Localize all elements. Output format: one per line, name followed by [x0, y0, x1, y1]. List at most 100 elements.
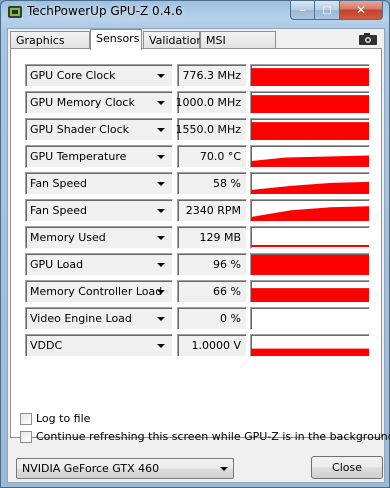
sensor-row: Video Engine Load 0 %	[25, 307, 370, 330]
sensor-value-box: 96 %	[177, 253, 247, 276]
tab-msi-giveaway[interactable]: MSI Giveaway	[200, 31, 276, 60]
dropdown-arrow-icon	[157, 209, 165, 213]
sensor-value-box: 776.3 MHz	[177, 64, 247, 87]
sensor-graph	[250, 280, 370, 303]
sensor-graph-fill	[251, 254, 369, 275]
sensor-value: 1000.0 MHz	[175, 96, 241, 109]
sensor-graph	[250, 91, 370, 114]
sensor-value: 2340 RPM	[185, 204, 241, 217]
sensor-label: GPU Core Clock	[30, 69, 116, 82]
sensor-graph	[250, 145, 370, 168]
sensor-label-dropdown[interactable]: Memory Controller Load	[25, 280, 173, 303]
sensor-graph-fill	[251, 348, 369, 356]
dropdown-arrow-icon	[157, 182, 165, 186]
sensor-value-box: 129 MB	[177, 226, 247, 249]
continue-refresh-checkbox[interactable]	[20, 431, 32, 443]
sensor-value-box: 66 %	[177, 280, 247, 303]
close-button[interactable]: Close	[311, 456, 383, 479]
sensor-value: 0 %	[220, 312, 241, 325]
sensor-label: Memory Used	[30, 231, 106, 244]
dropdown-arrow-icon	[157, 344, 165, 348]
client-area: Graphics Card Sensors Validation MSI Giv…	[7, 28, 390, 483]
sensor-label: Memory Controller Load	[30, 285, 163, 298]
sensor-value: 1550.0 MHz	[175, 123, 241, 136]
maximize-button[interactable]: □	[315, 1, 340, 20]
sensor-label: GPU Temperature	[30, 150, 127, 163]
sensor-graph-fill	[251, 288, 369, 302]
sensor-label: GPU Load	[30, 258, 84, 271]
sensor-label: Fan Speed	[30, 177, 88, 190]
sensor-value: 96 %	[213, 258, 241, 271]
sensor-graph	[250, 226, 370, 249]
sensor-label: Fan Speed	[30, 204, 88, 217]
sensor-graph	[250, 307, 370, 330]
sensor-label-dropdown[interactable]: Fan Speed	[25, 199, 173, 222]
dropdown-arrow-icon	[157, 236, 165, 240]
sensor-row: GPU Memory Clock 1000.0 MHz	[25, 91, 370, 114]
sensor-label: VDDC	[30, 339, 63, 352]
sensor-label-dropdown[interactable]: GPU Core Clock	[25, 64, 173, 87]
minimize-button[interactable]: ‒	[290, 1, 315, 20]
sensor-graph-fill	[251, 95, 369, 113]
tab-graphics-card[interactable]: Graphics Card	[10, 31, 90, 60]
sensor-graph	[250, 118, 370, 141]
sensor-label-dropdown[interactable]: GPU Memory Clock	[25, 91, 173, 114]
sensor-row: Fan Speed 58 %	[25, 172, 370, 195]
sensor-value: 66 %	[213, 285, 241, 298]
tab-validation[interactable]: Validation	[143, 31, 203, 49]
gpu-selector-dropdown[interactable]: NVIDIA GeForce GTX 460	[16, 458, 234, 479]
sensor-row: Memory Controller Load 66 %	[25, 280, 370, 303]
sensor-row: GPU Load 96 %	[25, 253, 370, 276]
gpu-z-window: TechPowerUp GPU-Z 0.4.6 ‒ □ ✕ Graphics C…	[0, 0, 390, 488]
sensor-label-dropdown[interactable]: GPU Load	[25, 253, 173, 276]
sensor-row: GPU Shader Clock 1550.0 MHz	[25, 118, 370, 141]
window-close-button[interactable]: ✕	[340, 1, 383, 20]
dropdown-arrow-icon	[157, 101, 165, 105]
sensor-value-box: 2340 RPM	[177, 199, 247, 222]
sensor-label-dropdown[interactable]: GPU Shader Clock	[25, 118, 173, 141]
title-bar[interactable]: TechPowerUp GPU-Z 0.4.6 ‒ □ ✕	[1, 1, 389, 23]
sensor-value: 1.0000 V	[191, 339, 241, 352]
sensor-value: 776.3 MHz	[182, 69, 241, 82]
sensors-panel: GPU Core Clock 776.3 MHz GPU Memory Clock 1…	[10, 48, 382, 438]
sensor-graph-fill	[251, 68, 369, 86]
sensor-value-box: 58 %	[177, 172, 247, 195]
log-to-file-label[interactable]: Log to file	[36, 412, 90, 425]
tab-sensors[interactable]: Sensors	[90, 29, 142, 50]
sensor-label: GPU Shader Clock	[30, 123, 130, 136]
sensor-label-dropdown[interactable]: GPU Temperature	[25, 145, 173, 168]
sensor-graph-fill	[251, 206, 369, 221]
dropdown-arrow-icon	[157, 263, 165, 267]
close-icon: ✕	[355, 3, 367, 17]
sensor-row: Fan Speed 2340 RPM	[25, 199, 370, 222]
dropdown-arrow-icon	[157, 74, 165, 78]
log-to-file-checkbox[interactable]	[20, 413, 32, 425]
sensor-label-dropdown[interactable]: Memory Used	[25, 226, 173, 249]
sensor-label: Video Engine Load	[30, 312, 132, 325]
minimize-icon: ‒	[299, 4, 306, 16]
sensor-label-dropdown[interactable]: Fan Speed	[25, 172, 173, 195]
continue-refresh-label[interactable]: Continue refreshing this screen while GP…	[36, 430, 390, 443]
sensor-graph	[250, 172, 370, 195]
sensor-value-box: 0 %	[177, 307, 247, 330]
sensor-value-box: 1000.0 MHz	[175, 91, 247, 114]
sensor-graph	[250, 64, 370, 87]
sensor-graph	[250, 334, 370, 357]
sensor-label-dropdown[interactable]: Video Engine Load	[25, 307, 173, 330]
camera-icon[interactable]	[358, 31, 378, 46]
dropdown-arrow-icon	[157, 155, 165, 159]
sensor-graph-fill	[251, 181, 369, 194]
sensor-graph-fill	[251, 155, 369, 167]
window-title: TechPowerUp GPU-Z 0.4.6	[27, 4, 183, 18]
sensor-value: 129 MB	[199, 231, 241, 244]
sensor-label: GPU Memory Clock	[30, 96, 135, 109]
sensor-label-dropdown[interactable]: VDDC	[25, 334, 173, 357]
dropdown-arrow-icon	[157, 290, 165, 294]
sensor-row: VDDC 1.0000 V	[25, 334, 370, 357]
chevron-down-icon	[220, 467, 228, 471]
sensor-value-box: 1.0000 V	[177, 334, 247, 357]
gpu-selector-value: NVIDIA GeForce GTX 460	[22, 462, 160, 475]
dropdown-arrow-icon	[157, 317, 165, 321]
sensor-graph-fill	[251, 245, 369, 247]
sensor-row: GPU Temperature 70.0 °C	[25, 145, 370, 168]
